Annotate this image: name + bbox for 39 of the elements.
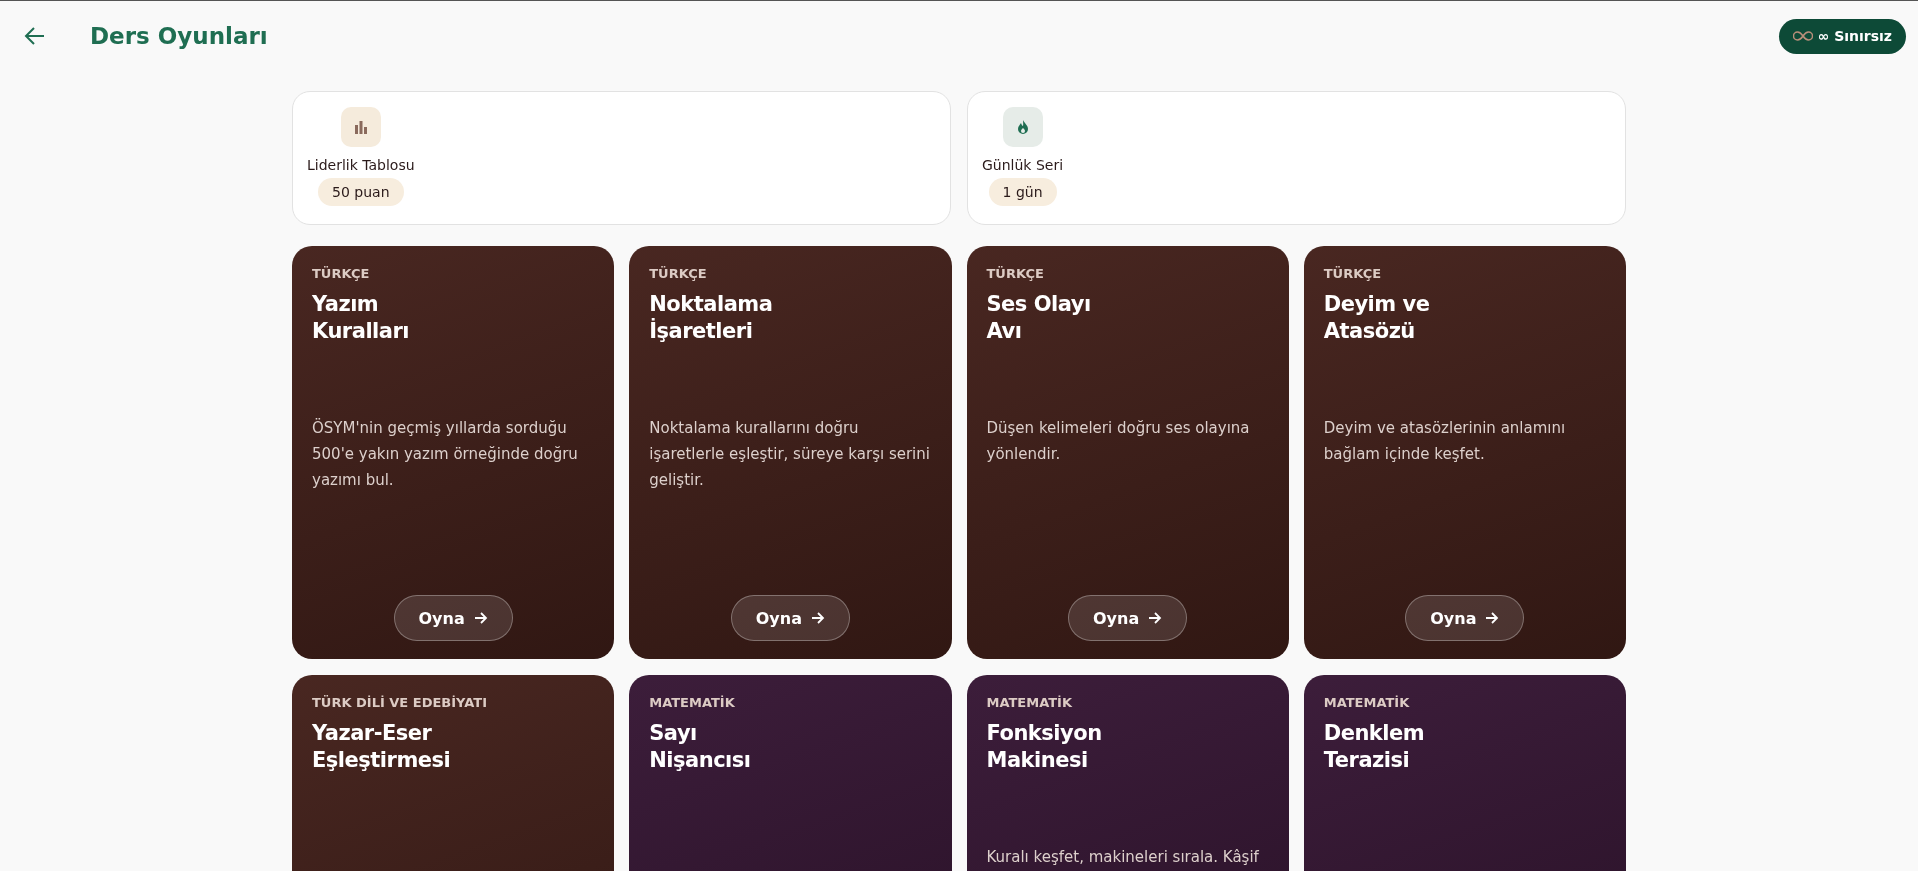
game-description: Kuralı keşfet, makineleri sırala. Kâşif (986, 847, 1260, 868)
game-description: Deyim ve atasözlerinin anlamını bağlam içinde keşfet. (1323, 418, 1567, 465)
play-button[interactable]: Oyna (1405, 595, 1525, 641)
play-button[interactable]: Oyna (393, 595, 513, 641)
game-category: TÜRKÇE (649, 266, 708, 281)
flame-icon (1002, 107, 1043, 147)
game-category: TÜRKÇE (312, 266, 371, 281)
game-category: MATEMATİK (986, 695, 1073, 710)
play-button[interactable]: Oyna (1068, 595, 1188, 641)
game-category: TÜRK DİLİ VE EDEBİYATI (312, 695, 488, 710)
game-description: Düşen kelimeleri doğru ses olayına yönlendir. (986, 418, 1251, 465)
stat-label: Günlük Seri (982, 157, 1064, 173)
badge-label: ∞ Sınırsız (1817, 28, 1892, 44)
arrow-right-icon (1485, 611, 1500, 625)
stat-label: Liderlik Tablosu (307, 157, 415, 173)
game-title: Denklem Terazisi (1323, 720, 1426, 774)
game-title: Deyim ve Atasözü (1323, 291, 1431, 345)
game-category: MATEMATİK (649, 695, 736, 710)
arrow-right-icon (811, 611, 825, 625)
page-title: Ders Oyunları (90, 23, 269, 49)
game-category: MATEMATİK (1323, 695, 1411, 710)
game-title: Noktalama İşaretleri (649, 291, 774, 345)
infinity-icon (1792, 31, 1813, 41)
game-title: Ses Olayı Avı (986, 291, 1092, 345)
back-arrow-icon (24, 25, 46, 47)
arrow-right-icon (1148, 611, 1163, 625)
game-title: Fonksiyon Makinesi (986, 720, 1103, 774)
game-description: ÖSYM'nin geçmiş yıllarda sorduğu 500'e yakın yazım örneğinde doğru yazımı bul. (312, 417, 579, 491)
game-title: Sayı Nişancısı (649, 720, 752, 774)
arrow-right-icon (473, 611, 488, 625)
game-description: Noktalama kurallarını doğru işaretlerle eşleştir, süreye karşı serini geliştir. (649, 418, 931, 491)
game-title: Yazar-Eser Eşleştirmesi (312, 720, 452, 774)
stat-value-pill: 50 puan (318, 178, 404, 206)
stat-value-pill: 1 gün (988, 178, 1057, 206)
game-title: Yazım Kuralları (312, 291, 410, 345)
game-category: TÜRKÇE (986, 266, 1045, 281)
bar-chart-icon (340, 107, 381, 147)
game-category: TÜRKÇE (1323, 266, 1383, 281)
play-button[interactable]: Oyna (730, 595, 850, 641)
